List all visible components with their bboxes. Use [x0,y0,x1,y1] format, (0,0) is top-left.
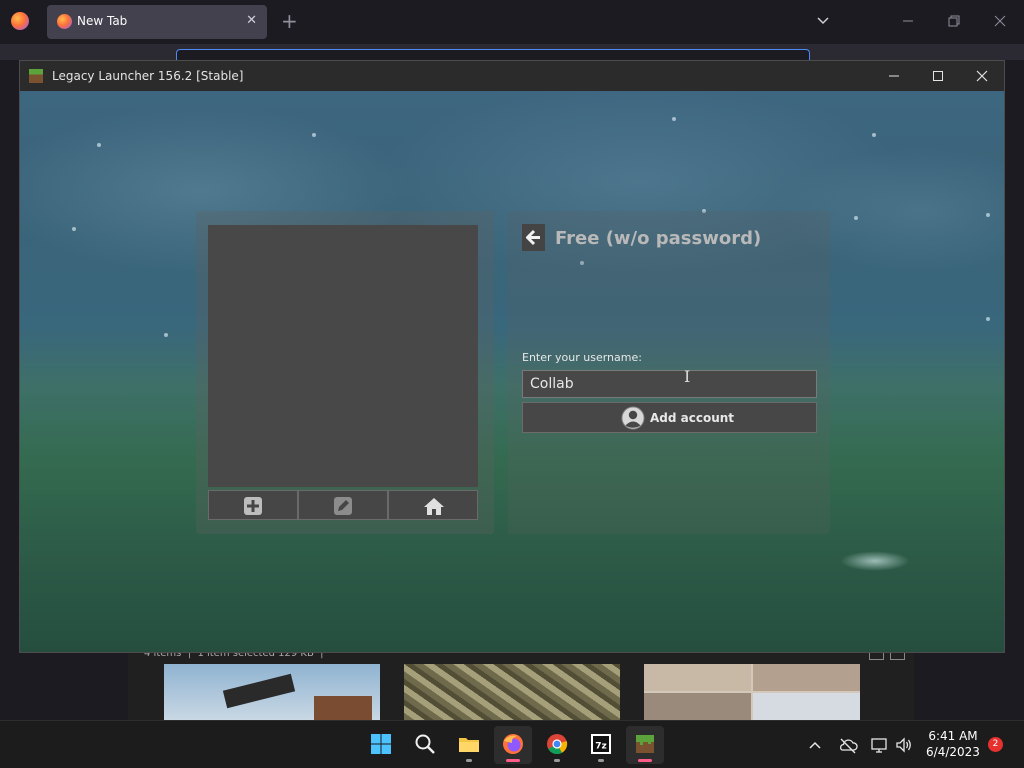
minimize-icon[interactable] [886,68,902,84]
add-account-toolbar-button[interactable] [208,490,298,520]
chevron-down-icon[interactable] [817,14,829,26]
background-star [872,133,876,137]
username-label: Enter your username: [522,351,642,364]
window-title: Legacy Launcher 156.2 [Stable] [52,69,244,83]
background-star [97,143,101,147]
firefox-icon [503,734,523,754]
taskbar-chrome[interactable] [538,726,576,764]
start-button[interactable] [362,726,400,764]
taskbar: 7z 6:41 AM 6/4/2023 2 [0,720,1024,768]
folder-icon [459,738,479,752]
browser-tab-new-tab[interactable]: New Tab ✕ [47,5,267,39]
search-icon [415,734,435,754]
chevron-up-icon[interactable] [808,735,822,755]
clock-date: 6/4/2023 [926,745,980,759]
browser-tab-strip: New Tab ✕ + [0,0,1024,44]
running-indicator [598,759,604,762]
taskbar-firefox[interactable] [494,726,532,764]
edit-account-button[interactable] [298,490,388,520]
image-thumbnail[interactable] [164,664,380,720]
firefox-tab-icon [57,14,72,29]
image-thumbnail[interactable] [404,664,620,720]
add-account-button[interactable]: Add account [522,402,817,433]
plus-icon [244,497,262,515]
clock-time: 6:41 AM [928,729,978,743]
tab-title: New Tab [77,14,128,28]
panel-heading: Free (w/o password) [555,228,762,249]
taskbar-file-explorer[interactable] [450,726,488,764]
back-button[interactable] [522,224,545,251]
i-beam-cursor: I [684,367,691,386]
file-explorer-window: 4 items | 1 item selected 129 KB | [128,648,914,720]
grass-block-icon [636,735,654,753]
home-icon [424,498,444,515]
accounts-toolbar [208,490,478,520]
background-star [854,216,858,220]
background-star [72,227,76,231]
new-tab-button[interactable]: + [281,9,298,33]
image-thumbnail[interactable] [644,664,860,720]
taskbar-7zip[interactable]: 7z [582,726,620,764]
thumbnail-detail [644,664,751,691]
background-star [312,133,316,137]
thumbnail-detail [222,673,296,709]
thumbnail-detail [314,696,372,720]
firefox-menu-icon[interactable] [11,12,29,30]
onedrive-offline-icon[interactable] [838,735,858,755]
svg-text:7z: 7z [595,742,607,752]
browser-restore-icon[interactable] [946,13,962,29]
close-icon[interactable] [974,68,990,84]
notification-badge[interactable]: 2 [988,737,1003,752]
thumbnail-detail [753,693,860,720]
network-icon[interactable] [870,735,890,755]
maximize-icon[interactable] [930,68,946,84]
add-account-label: Add account [650,411,735,425]
username-input[interactable] [522,370,817,398]
home-button[interactable] [388,490,478,520]
grass-block-icon [29,69,43,83]
launcher-titlebar[interactable]: Legacy Launcher 156.2 [Stable] [20,61,1004,91]
start-icon [371,734,391,754]
system-clock[interactable]: 6:41 AM 6/4/2023 [922,729,984,760]
background-star [164,333,168,337]
active-indicator [506,759,520,762]
pencil-icon [334,497,352,515]
7zip-icon: 7z [591,734,611,754]
background-star [672,117,676,121]
active-indicator [638,759,652,762]
close-tab-icon[interactable]: ✕ [246,13,257,28]
volume-icon[interactable] [894,735,914,755]
browser-minimize-icon[interactable] [900,13,916,29]
launcher-window: Legacy Launcher 156.2 [Stable] Free (w/o… [19,60,1005,653]
arrow-left-icon [526,229,540,246]
user-avatar-icon [621,406,645,430]
thumbnail-detail [644,693,751,720]
background-fish [840,551,910,571]
background-star [986,317,990,321]
running-indicator [466,759,472,762]
accounts-list[interactable] [208,225,478,487]
chrome-icon [547,734,568,755]
thumbnail-detail [753,664,860,691]
running-indicator [554,759,560,762]
browser-close-icon[interactable] [992,13,1008,29]
background-star [986,213,990,217]
taskbar-search-button[interactable] [406,726,444,764]
taskbar-legacy-launcher[interactable] [626,726,664,764]
